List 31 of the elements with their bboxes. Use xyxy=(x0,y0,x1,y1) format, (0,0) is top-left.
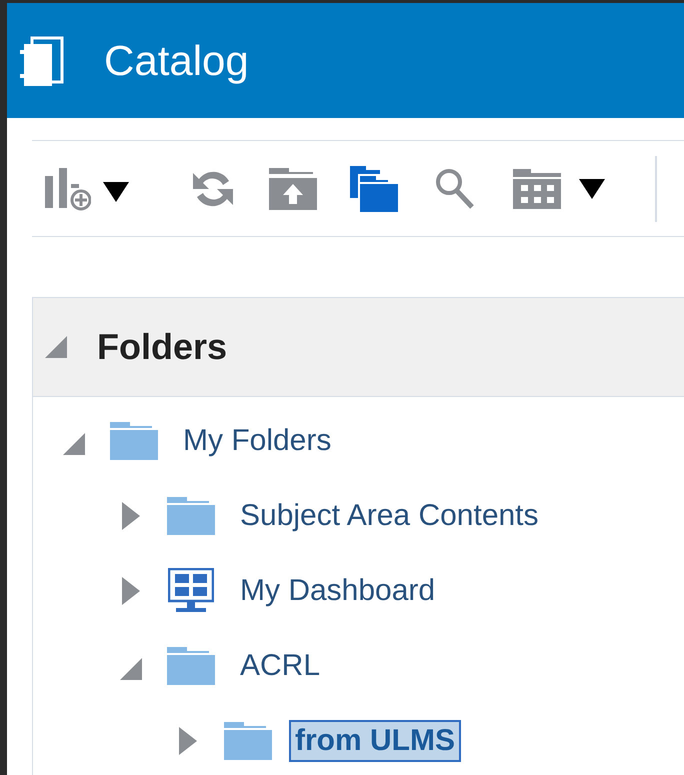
monitor-icon xyxy=(168,568,214,614)
expand-icon[interactable] xyxy=(179,726,197,754)
collapse-icon[interactable] xyxy=(45,336,67,358)
view-button[interactable] xyxy=(513,168,605,208)
folder-icon xyxy=(167,646,215,684)
folder-icon xyxy=(110,422,158,460)
tree-item[interactable]: from ULMS xyxy=(289,720,461,762)
tree-item[interactable]: My Dashboard xyxy=(240,572,436,610)
window-title: Catalog xyxy=(104,36,249,86)
folder-upload-icon xyxy=(269,168,317,210)
caret-icon xyxy=(103,182,129,202)
search-icon xyxy=(435,168,475,210)
upload-button[interactable] xyxy=(269,168,317,210)
collapse-icon[interactable] xyxy=(120,658,142,680)
catalog-icon xyxy=(20,36,64,86)
chart-add-icon xyxy=(45,166,91,212)
expand-icon[interactable] xyxy=(122,576,140,604)
tree-item[interactable]: Subject Area Contents xyxy=(240,496,539,534)
folder-icon xyxy=(167,496,215,534)
expand-icon[interactable] xyxy=(122,502,140,530)
folder-icon xyxy=(224,722,272,760)
new-chart-button[interactable] xyxy=(45,166,129,212)
grid-icon xyxy=(513,168,561,208)
tree-item[interactable]: ACRL xyxy=(240,646,320,684)
search-button[interactable] xyxy=(435,168,475,210)
collapse-icon[interactable] xyxy=(63,432,85,454)
panel-title: Folders xyxy=(97,325,228,369)
folders-icon xyxy=(350,166,398,212)
caret-icon xyxy=(579,178,605,198)
tree-item[interactable]: My Folders xyxy=(183,422,332,460)
copy-folder-button[interactable] xyxy=(350,166,398,212)
